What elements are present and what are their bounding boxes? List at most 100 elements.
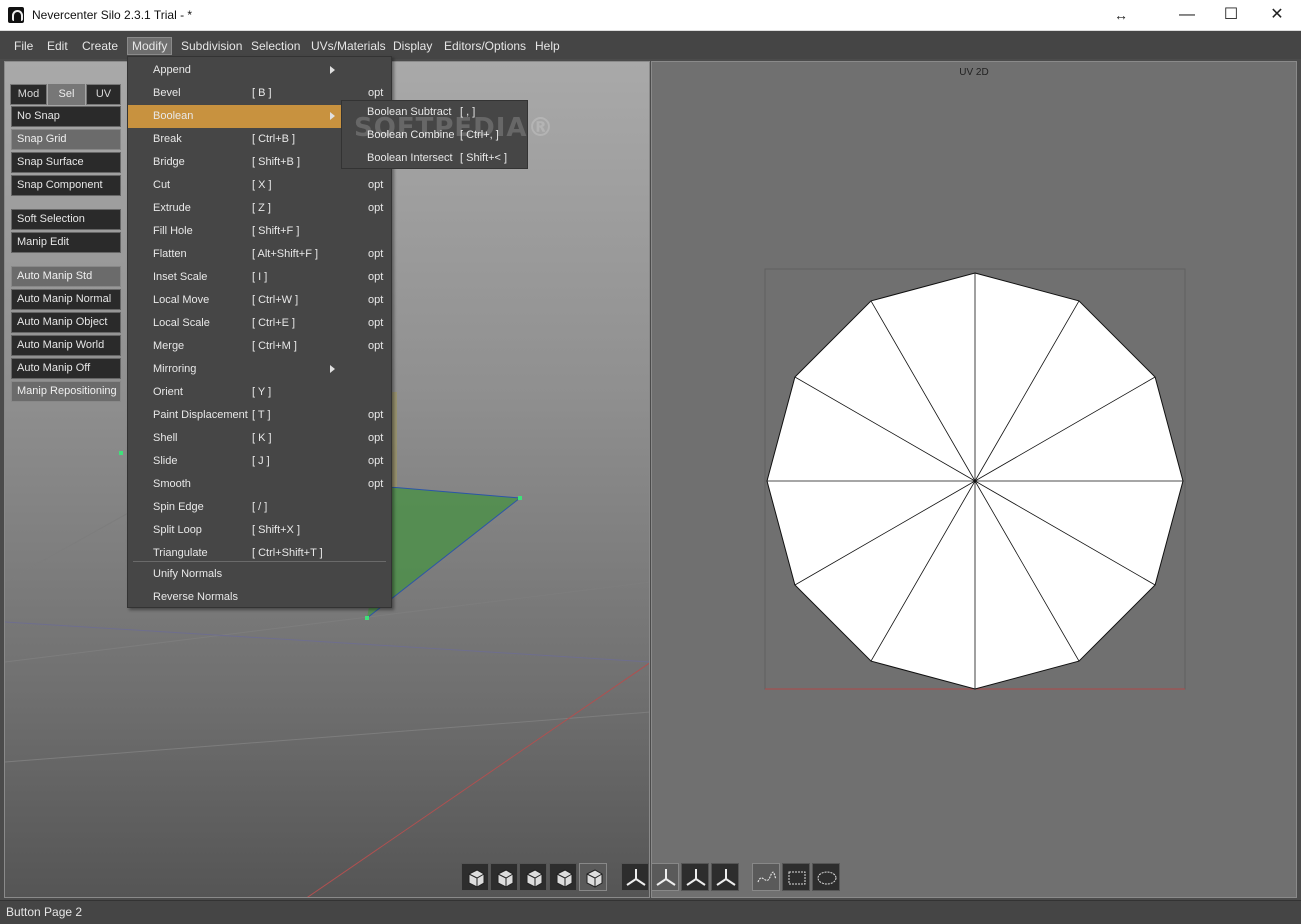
paint-select-icon[interactable] [752, 863, 780, 891]
manip-move-icon[interactable] [621, 863, 649, 891]
soft-selection-button[interactable]: Soft Selection [11, 209, 121, 230]
menu-item-label: Shell [153, 432, 178, 444]
lasso-select-glyph [817, 871, 837, 885]
menu-item-shortcut: [ Ctrl+B ] [252, 133, 296, 145]
menu-item-local-move[interactable]: Local Move [ Ctrl+W ] opt [128, 289, 391, 312]
menu-item-unify-normals[interactable]: Unify Normals [128, 563, 391, 586]
menu-item-options[interactable]: opt [368, 289, 383, 312]
menu-uvs-materials[interactable]: UVs/Materials [307, 37, 390, 55]
menu-item-paint-displacement[interactable]: Paint Displacement [ T ] opt [128, 404, 391, 427]
menu-item-flatten[interactable]: Flatten [ Alt+Shift+F ] opt [128, 243, 391, 266]
face-select-icon[interactable] [519, 863, 547, 891]
menu-item-options[interactable]: opt [368, 197, 383, 220]
menu-item-label: Boolean [153, 110, 194, 122]
menu-item-options[interactable]: opt [368, 427, 383, 450]
tab-mod[interactable]: Mod [10, 84, 47, 105]
snap-grid-button[interactable]: Snap Grid [11, 129, 121, 150]
auto-manip-std-button[interactable]: Auto Manip Std [11, 266, 121, 287]
menu-edit[interactable]: Edit [43, 37, 72, 55]
menu-item-options[interactable]: opt [368, 174, 383, 197]
maximize-button[interactable]: ☐ [1208, 0, 1254, 30]
menu-item-boolean-intersect[interactable]: Boolean Intersect [ Shift+< ] [342, 147, 527, 170]
menu-item-orient[interactable]: Orient [ Y ] [128, 381, 391, 404]
menu-item-shell[interactable]: Shell [ K ] opt [128, 427, 391, 450]
menu-separator [133, 561, 386, 562]
menu-item-reverse-normals[interactable]: Reverse Normals [128, 586, 391, 609]
menu-modify[interactable]: Modify [127, 37, 173, 55]
minimize-button[interactable]: — [1164, 0, 1210, 30]
uv-viewport[interactable]: UV 2D [651, 61, 1297, 898]
manip-repositioning-button[interactable]: Manip Repositioning [11, 381, 121, 402]
menu-item-local-scale[interactable]: Local Scale [ Ctrl+E ] opt [128, 312, 391, 335]
menu-item-shortcut: [ X ] [252, 179, 272, 191]
menu-editors-options[interactable]: Editors/Options [440, 37, 530, 55]
menu-item-inset-scale[interactable]: Inset Scale [ I ] opt [128, 266, 391, 289]
uv-polygon[interactable] [766, 272, 1184, 690]
menu-item-label: Bridge [153, 156, 185, 168]
menu-item-merge[interactable]: Merge [ Ctrl+M ] opt [128, 335, 391, 358]
menu-item-cut[interactable]: Cut [ X ] opt [128, 174, 391, 197]
menu-item-label: Spin Edge [153, 501, 204, 513]
snap-component-button[interactable]: Snap Component [11, 175, 121, 196]
vertex-select-icon[interactable] [461, 863, 489, 891]
menu-item-shortcut: [ Ctrl+W ] [252, 294, 299, 306]
multi-select-icon[interactable] [579, 863, 607, 891]
uv-canvas [764, 268, 1186, 690]
menu-item-options[interactable]: opt [368, 450, 383, 473]
menu-item-label: Reverse Normals [153, 591, 238, 603]
auto-manip-object-button[interactable]: Auto Manip Object [11, 312, 121, 333]
menu-item-options[interactable]: opt [368, 473, 383, 496]
auto-manip-normal-button[interactable]: Auto Manip Normal [11, 289, 121, 310]
tab-sel[interactable]: Sel [48, 84, 85, 105]
menu-item-label: Unify Normals [153, 568, 223, 580]
menu-item-extrude[interactable]: Extrude [ Z ] opt [128, 197, 391, 220]
menu-item-options[interactable]: opt [368, 335, 383, 358]
softpedia-watermark: SOFTPEDIA® [354, 113, 555, 143]
app-window: Nevercenter Silo 2.3.1 Trial - * ↔ — ☐ ✕… [0, 0, 1301, 924]
menu-item-smooth[interactable]: Smooth opt [128, 473, 391, 496]
auto-manip-world-button[interactable]: Auto Manip World [11, 335, 121, 356]
status-bar: Button Page 2 [0, 900, 1301, 924]
tab-uv[interactable]: UV [86, 84, 121, 105]
no-snap-button[interactable]: No Snap [11, 106, 121, 127]
menu-item-shortcut: [ Shift+F ] [252, 225, 300, 237]
menu-item-mirroring[interactable]: Mirroring [128, 358, 391, 381]
menu-item-label: Inset Scale [153, 271, 208, 283]
close-button[interactable]: ✕ [1254, 0, 1300, 30]
menu-display[interactable]: Display [389, 37, 436, 55]
lasso-select-icon[interactable] [812, 863, 840, 891]
resize-icon[interactable]: ↔ [1098, 0, 1144, 30]
snap-surface-button[interactable]: Snap Surface [11, 152, 121, 173]
manip-universal-icon[interactable] [711, 863, 739, 891]
manip-edit-button[interactable]: Manip Edit [11, 232, 121, 253]
menu-item-label: Orient [153, 386, 183, 398]
menu-item-label: Cut [153, 179, 171, 191]
menu-item-shortcut: [ T ] [252, 409, 271, 421]
menu-item-slide[interactable]: Slide [ J ] opt [128, 450, 391, 473]
menu-help[interactable]: Help [531, 37, 564, 55]
menu-item-options[interactable]: opt [368, 266, 383, 289]
menu-item-shortcut: [ Z ] [252, 202, 271, 214]
menu-selection[interactable]: Selection [247, 37, 304, 55]
menu-file[interactable]: File [10, 37, 37, 55]
menu-item-options[interactable]: opt [368, 243, 383, 266]
auto-manip-off-button[interactable]: Auto Manip Off [11, 358, 121, 379]
menu-item-shortcut: [ B ] [252, 87, 272, 99]
menu-item-append[interactable]: Append [128, 59, 391, 82]
menu-item-fill-hole[interactable]: Fill Hole [ Shift+F ] [128, 220, 391, 243]
edge-select-icon[interactable] [490, 863, 518, 891]
menu-item-options[interactable]: opt [368, 404, 383, 427]
vertex-select-glyph [468, 869, 485, 888]
object-select-icon[interactable] [549, 863, 577, 891]
manip-rotate-icon[interactable] [651, 863, 679, 891]
menu-subdivision[interactable]: Subdivision [177, 37, 246, 55]
menu-item-options[interactable]: opt [368, 312, 383, 335]
menu-item-split-loop[interactable]: Split Loop [ Shift+X ] [128, 519, 391, 542]
menu-item-spin-edge[interactable]: Spin Edge [ / ] [128, 496, 391, 519]
menu-item-shortcut: [ Shift+B ] [252, 156, 300, 168]
menu-create[interactable]: Create [78, 37, 122, 55]
paint-select-glyph [757, 871, 777, 883]
rect-select-icon[interactable] [782, 863, 810, 891]
manip-scale-icon[interactable] [681, 863, 709, 891]
manip-move-glyph [626, 869, 646, 886]
